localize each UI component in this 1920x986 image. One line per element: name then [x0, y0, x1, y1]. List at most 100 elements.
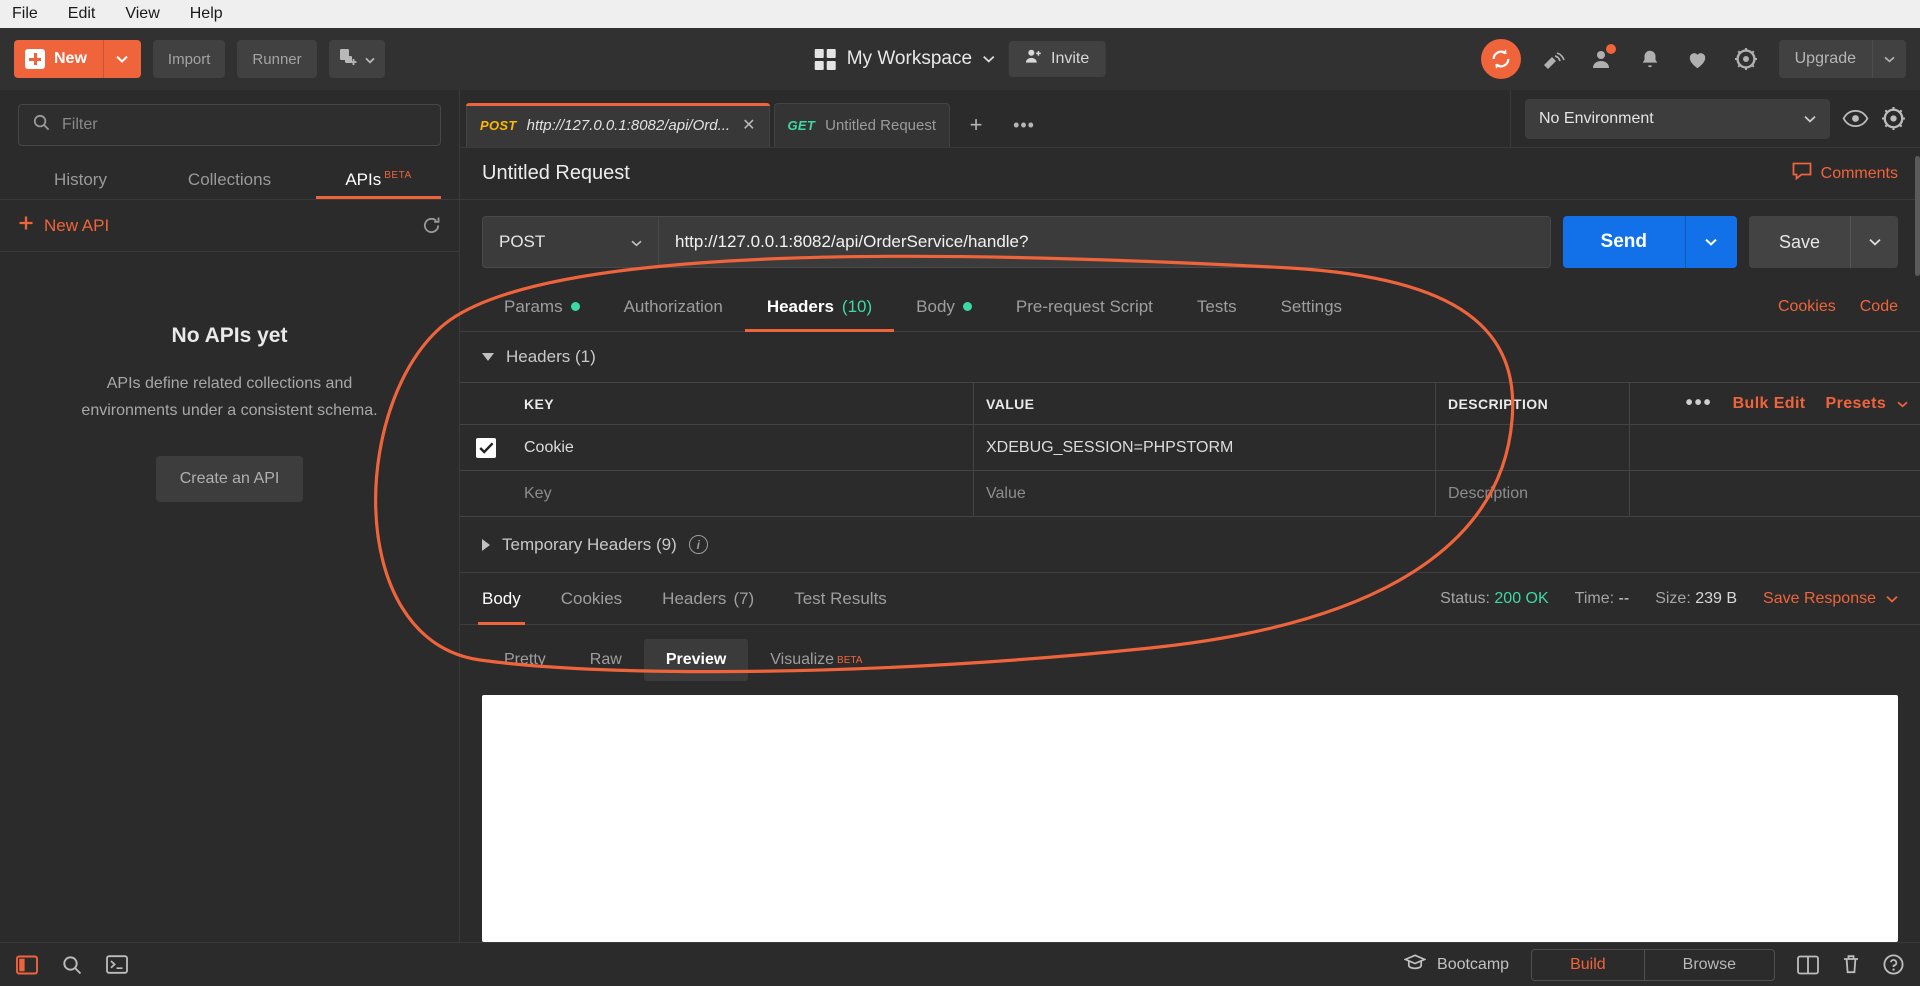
vertical-scrollbar[interactable] — [1915, 156, 1920, 276]
two-pane-layout-icon[interactable] — [1797, 955, 1819, 975]
response-tab-cookies[interactable]: Cookies — [561, 573, 640, 624]
header-row-value[interactable]: XDEBUG_SESSION=PHPSTORM — [974, 425, 1436, 470]
placeholder-key-input[interactable]: Key — [512, 471, 974, 516]
tab-settings[interactable]: Settings — [1259, 282, 1364, 331]
send-chevron-down-icon[interactable] — [1684, 216, 1737, 268]
header-row-key[interactable]: Cookie — [512, 425, 974, 470]
header-row-checkbox[interactable] — [476, 437, 496, 458]
save-response-button[interactable]: Save Response — [1763, 590, 1898, 608]
send-button[interactable]: Send — [1562, 216, 1685, 268]
help-circle-icon[interactable] — [1883, 954, 1904, 975]
save-group: Save — [1748, 216, 1898, 268]
header-row-description[interactable] — [1436, 425, 1630, 470]
trash-icon[interactable] — [1841, 954, 1861, 975]
headers-more-button[interactable]: ••• — [1686, 392, 1713, 415]
tab-authorization[interactable]: Authorization — [602, 282, 745, 331]
code-link[interactable]: Code — [1860, 298, 1898, 316]
save-chevron-down-icon[interactable] — [1850, 216, 1898, 268]
response-tab-test-results[interactable]: Test Results — [794, 573, 905, 624]
table-row[interactable]: Cookie XDEBUG_SESSION=PHPSTORM — [460, 425, 1920, 471]
invite-button[interactable]: Invite — [1009, 41, 1106, 77]
console-icon[interactable] — [106, 955, 128, 974]
close-icon[interactable]: ✕ — [742, 117, 755, 134]
sync-icon[interactable] — [1480, 39, 1521, 79]
invite-button-label: Invite — [1051, 50, 1090, 67]
response-body-preview[interactable] — [482, 695, 1898, 942]
sidebar-tab-apis-label: APIs — [345, 170, 382, 189]
request-tab-0[interactable]: POST http://127.0.0.1:8082/api/Ord... ✕ — [466, 103, 770, 147]
tab-more-button[interactable]: ••• — [1002, 103, 1046, 147]
sidebar-tab-collections[interactable]: Collections — [155, 170, 304, 199]
menu-help[interactable]: Help — [188, 3, 225, 25]
new-api-button[interactable]: New API — [18, 215, 109, 236]
comments-button[interactable]: Comments — [1792, 162, 1898, 185]
account-notification-icon[interactable] — [1587, 44, 1617, 74]
url-input[interactable] — [659, 217, 1550, 267]
environment-gear-icon[interactable] — [1881, 106, 1906, 131]
format-pretty[interactable]: Pretty — [482, 639, 568, 681]
environment-area: No Environment — [1510, 90, 1920, 147]
bootcamp-button[interactable]: Bootcamp — [1403, 954, 1510, 975]
menu-view[interactable]: View — [123, 3, 161, 25]
bell-icon[interactable] — [1635, 44, 1665, 74]
tab-params[interactable]: Params — [482, 282, 602, 331]
satellite-icon[interactable] — [1539, 44, 1569, 74]
filter-wrapper — [0, 90, 459, 156]
format-visualize[interactable]: Visualize BETA — [748, 639, 884, 681]
new-button-main[interactable]: New — [14, 40, 103, 78]
status-value: 200 OK — [1494, 589, 1549, 607]
plus-icon — [18, 215, 34, 236]
tab-body[interactable]: Body — [894, 282, 994, 331]
presets-button[interactable]: Presets — [1826, 395, 1908, 413]
refresh-icon[interactable] — [422, 216, 441, 235]
browse-button[interactable]: Browse — [1643, 949, 1774, 980]
upgrade-button[interactable]: Upgrade — [1778, 40, 1906, 78]
search-icon[interactable] — [62, 955, 82, 975]
response-tab-headers[interactable]: Headers (7) — [662, 573, 772, 624]
status-badge: Status: 200 OK — [1440, 590, 1549, 608]
workspace-selector[interactable]: My Workspace — [814, 48, 995, 70]
tab-tests[interactable]: Tests — [1175, 282, 1259, 331]
new-button-chevron-down-icon[interactable] — [102, 40, 141, 78]
upgrade-chevron-down-icon[interactable] — [1872, 40, 1906, 78]
add-tab-button[interactable]: + — [954, 103, 998, 147]
environment-selector[interactable]: No Environment — [1525, 98, 1830, 139]
new-button[interactable]: New — [14, 40, 141, 78]
sidebar-tab-apis[interactable]: APIs BETA — [304, 170, 453, 199]
response-tab-body[interactable]: Body — [478, 573, 539, 625]
headers-table: KEY VALUE DESCRIPTION ••• Bulk Edit Pres… — [460, 382, 1920, 517]
tab-headers[interactable]: Headers (10) — [744, 282, 895, 332]
placeholder-description-input[interactable]: Description — [1436, 471, 1630, 516]
bulk-edit-button[interactable]: Bulk Edit — [1733, 395, 1806, 413]
comment-icon — [1792, 162, 1812, 185]
temporary-headers-toggle[interactable]: Temporary Headers (9) i — [460, 517, 1920, 573]
info-icon[interactable]: i — [688, 535, 708, 554]
search-input[interactable] — [62, 116, 426, 134]
table-row-placeholder[interactable]: Key Value Description — [460, 471, 1920, 517]
bootcamp-button-label: Bootcamp — [1437, 955, 1510, 973]
eye-icon[interactable] — [1842, 109, 1869, 128]
capture-requests-button[interactable] — [328, 40, 385, 78]
sidebar-tab-history[interactable]: History — [6, 170, 155, 199]
request-tab-1[interactable]: GET Untitled Request — [773, 103, 951, 147]
format-preview[interactable]: Preview — [643, 639, 749, 681]
cookies-link[interactable]: Cookies — [1778, 298, 1836, 316]
import-button[interactable]: Import — [152, 40, 226, 78]
response-tab-cookies-label: Cookies — [560, 588, 623, 608]
tab-pre-request-script[interactable]: Pre-request Script — [994, 282, 1175, 331]
menu-file[interactable]: File — [10, 3, 40, 25]
menu-edit[interactable]: Edit — [66, 3, 98, 25]
sidebar-toggle-icon[interactable] — [16, 955, 38, 975]
build-button[interactable]: Build — [1532, 950, 1644, 980]
placeholder-value-input[interactable]: Value — [974, 471, 1436, 516]
workspace-area: My Workspace Invite — [814, 41, 1106, 77]
runner-button[interactable]: Runner — [237, 40, 317, 78]
save-button[interactable]: Save — [1748, 216, 1850, 268]
heart-icon[interactable] — [1683, 44, 1713, 74]
create-an-api-button[interactable]: Create an API — [155, 456, 304, 503]
format-raw[interactable]: Raw — [568, 639, 644, 681]
filter-box[interactable] — [18, 104, 441, 146]
gear-icon[interactable] — [1731, 44, 1761, 74]
method-selector[interactable]: POST — [483, 217, 659, 267]
headers-section-toggle[interactable]: Headers (1) — [460, 332, 1920, 382]
